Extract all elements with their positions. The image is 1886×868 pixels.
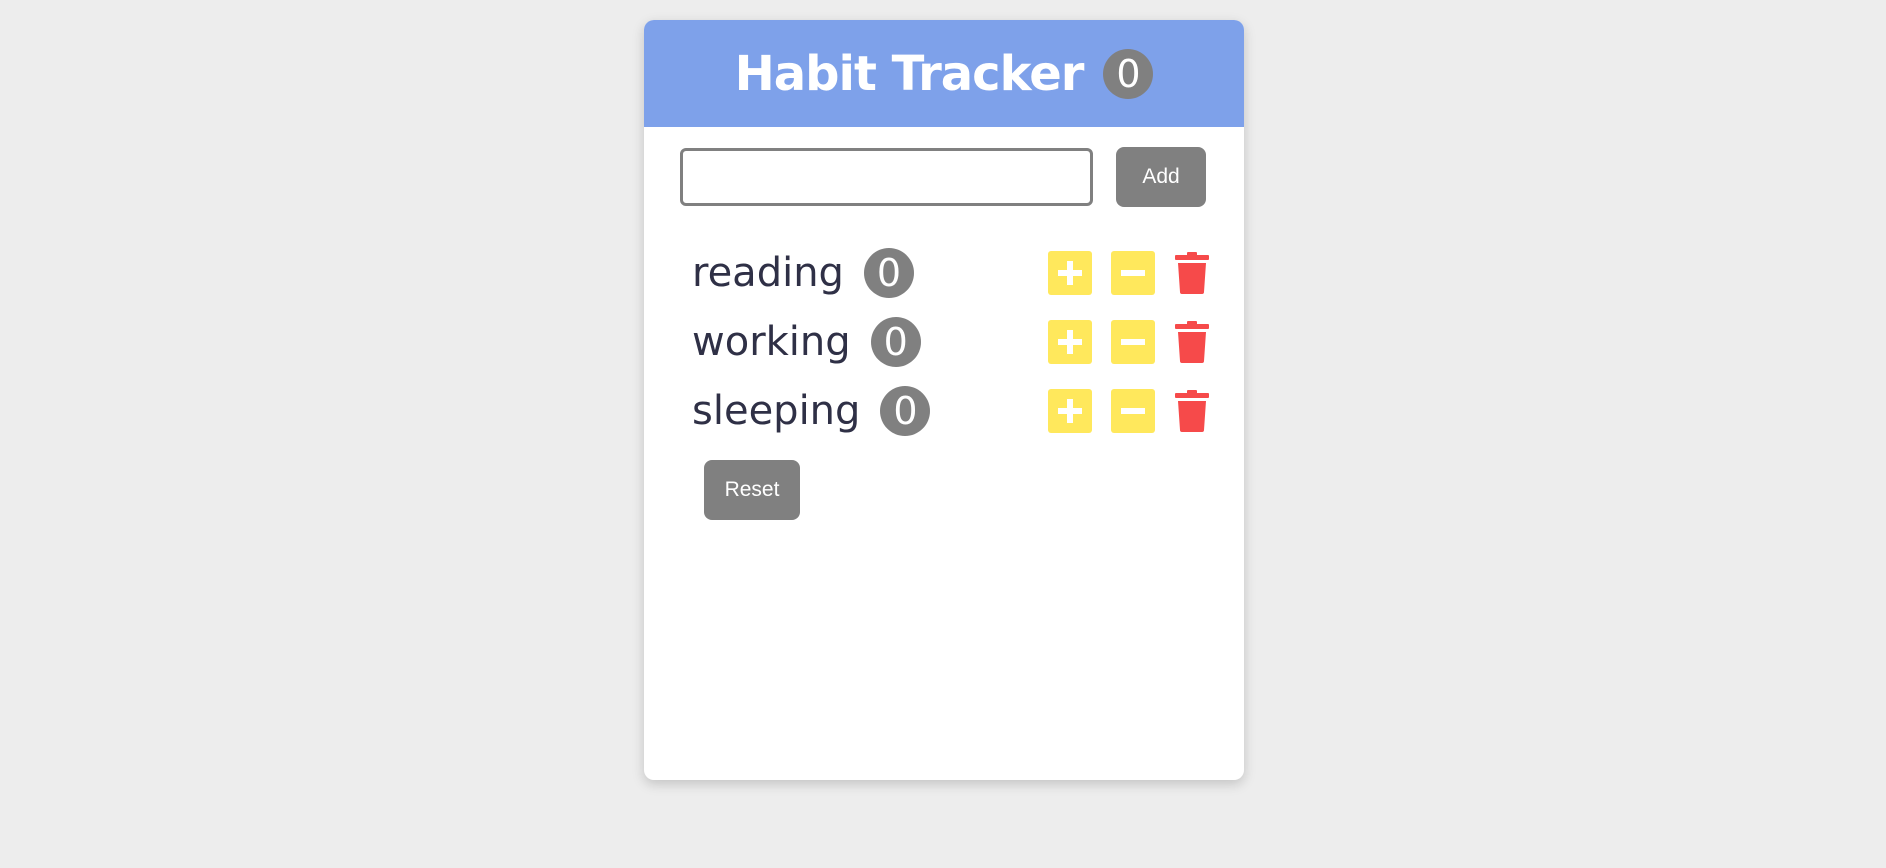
delete-button[interactable]	[1172, 320, 1212, 364]
increment-button[interactable]	[1048, 319, 1092, 364]
increment-button[interactable]	[1048, 388, 1092, 433]
habit-row: reading 0	[692, 238, 1212, 307]
habit-count-badge: 0	[863, 247, 914, 298]
minus-icon	[1121, 407, 1145, 414]
habit-row: sleeping 0	[692, 376, 1212, 445]
decrement-button[interactable]	[1111, 388, 1155, 433]
reset-button[interactable]: Reset	[704, 460, 800, 520]
total-count-badge: 0	[1103, 48, 1154, 99]
trash-icon	[1175, 389, 1209, 432]
app-title: Habit Tracker	[734, 45, 1085, 102]
habit-count-badge: 0	[880, 385, 931, 436]
minus-icon	[1121, 269, 1145, 276]
minus-icon	[1121, 338, 1145, 345]
increment-button[interactable]	[1048, 250, 1092, 295]
habit-name: reading	[692, 249, 844, 296]
habit-name: sleeping	[692, 387, 861, 434]
habit-count-badge: 0	[870, 316, 921, 367]
habit-list: reading 0 working 0 sleeping 0	[692, 238, 1212, 445]
add-habit-form: Add	[680, 147, 1206, 207]
habit-tracker-card: Habit Tracker 0 Add reading 0 working 0	[644, 20, 1244, 780]
delete-button[interactable]	[1172, 389, 1212, 433]
add-button[interactable]: Add	[1116, 147, 1206, 207]
decrement-button[interactable]	[1111, 250, 1155, 295]
decrement-button[interactable]	[1111, 319, 1155, 364]
habit-name: working	[692, 318, 851, 365]
trash-icon	[1175, 320, 1209, 363]
plus-icon	[1058, 260, 1082, 285]
plus-icon	[1058, 329, 1082, 354]
delete-button[interactable]	[1172, 251, 1212, 295]
plus-icon	[1058, 398, 1082, 423]
app-header: Habit Tracker 0	[644, 20, 1244, 127]
habit-name-input[interactable]	[680, 148, 1093, 206]
trash-icon	[1175, 251, 1209, 294]
habit-row: working 0	[692, 307, 1212, 376]
